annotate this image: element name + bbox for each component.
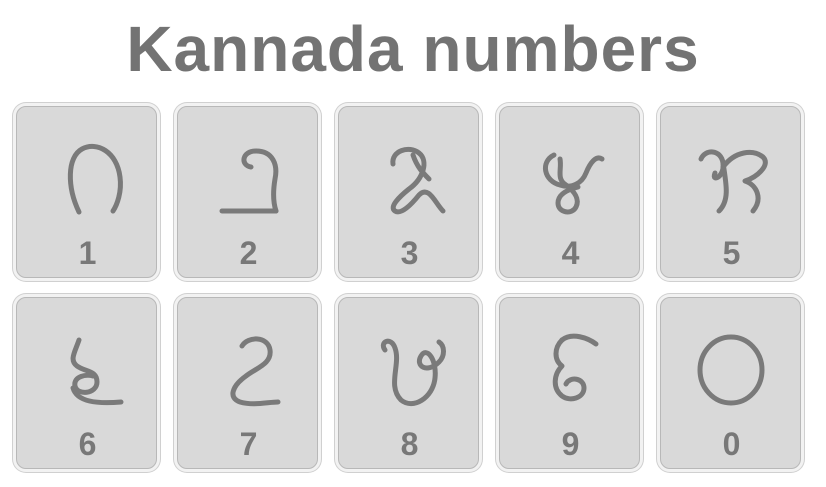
digit-tile-8: 8 [338, 297, 479, 469]
digit-label: 0 [722, 426, 741, 462]
digit-tile-5: 5 [660, 106, 801, 278]
kannada-digit-1-glyph [67, 143, 123, 215]
digit-label: 3 [400, 235, 419, 271]
page-title: Kannada numbers [126, 13, 700, 85]
kannada-digit-6-glyph [70, 337, 124, 406]
kannada-digit-2-glyph [219, 148, 279, 214]
kannada-digit-9-glyph [552, 333, 599, 402]
digit-label: 9 [561, 426, 580, 462]
digit-tile-9: 9 [499, 297, 640, 469]
digit-tile-2: 2 [177, 106, 318, 278]
kannada-digit-5-glyph [698, 149, 768, 214]
digit-label: 4 [561, 235, 580, 271]
digit-tile-1: 1 [16, 106, 157, 278]
digit-tile-3: 3 [338, 106, 479, 278]
digit-tile-7: 7 [177, 297, 318, 469]
digit-tile-6: 6 [16, 297, 157, 469]
digit-label: 5 [722, 235, 741, 271]
digit-label: 6 [78, 426, 97, 462]
kannada-digit-4-glyph [543, 152, 605, 215]
kannada-digit-7-glyph [230, 336, 281, 407]
digit-label: 8 [400, 426, 419, 462]
kannada-digit-0-glyph [697, 334, 765, 406]
kannada-digit-8-glyph [380, 338, 446, 407]
digit-label: 1 [78, 235, 97, 271]
digit-tile-4: 4 [499, 106, 640, 278]
digit-label: 2 [239, 235, 258, 271]
digit-label: 7 [239, 426, 258, 462]
digit-tile-0: 0 [660, 297, 801, 469]
kannada-digit-3-glyph [390, 147, 446, 215]
